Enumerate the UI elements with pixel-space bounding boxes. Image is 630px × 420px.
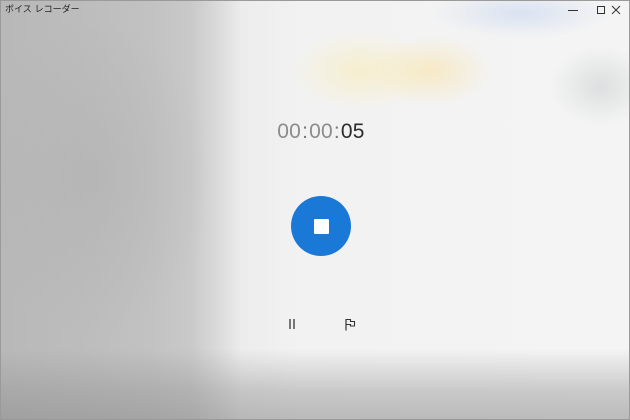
app-title: ボイス レコーダー	[5, 5, 80, 15]
stop-recording-button[interactable]	[291, 196, 351, 256]
timer-separator: :	[302, 120, 309, 143]
background-blur	[1, 26, 216, 356]
stop-icon	[313, 218, 329, 234]
timer-minutes: 00	[309, 120, 333, 143]
close-button[interactable]	[602, 1, 629, 19]
timer-hours: 00	[277, 120, 302, 143]
timer-seconds: 05	[340, 120, 365, 143]
minimize-icon	[567, 10, 578, 11]
close-icon	[611, 5, 620, 15]
pause-button[interactable]	[282, 314, 302, 334]
elapsed-timer: 00:00:05	[1, 120, 629, 144]
add-marker-button[interactable]	[340, 314, 360, 334]
pause-icon	[289, 319, 295, 329]
timer-separator: :	[333, 120, 340, 143]
voice-recorder-window: ボイス レコーダー 00:00:05	[0, 0, 630, 420]
title-bar[interactable]: ボイス レコーダー	[1, 1, 629, 19]
background-shade	[1, 349, 629, 419]
flag-icon	[345, 318, 356, 330]
minimize-button[interactable]	[559, 1, 586, 19]
